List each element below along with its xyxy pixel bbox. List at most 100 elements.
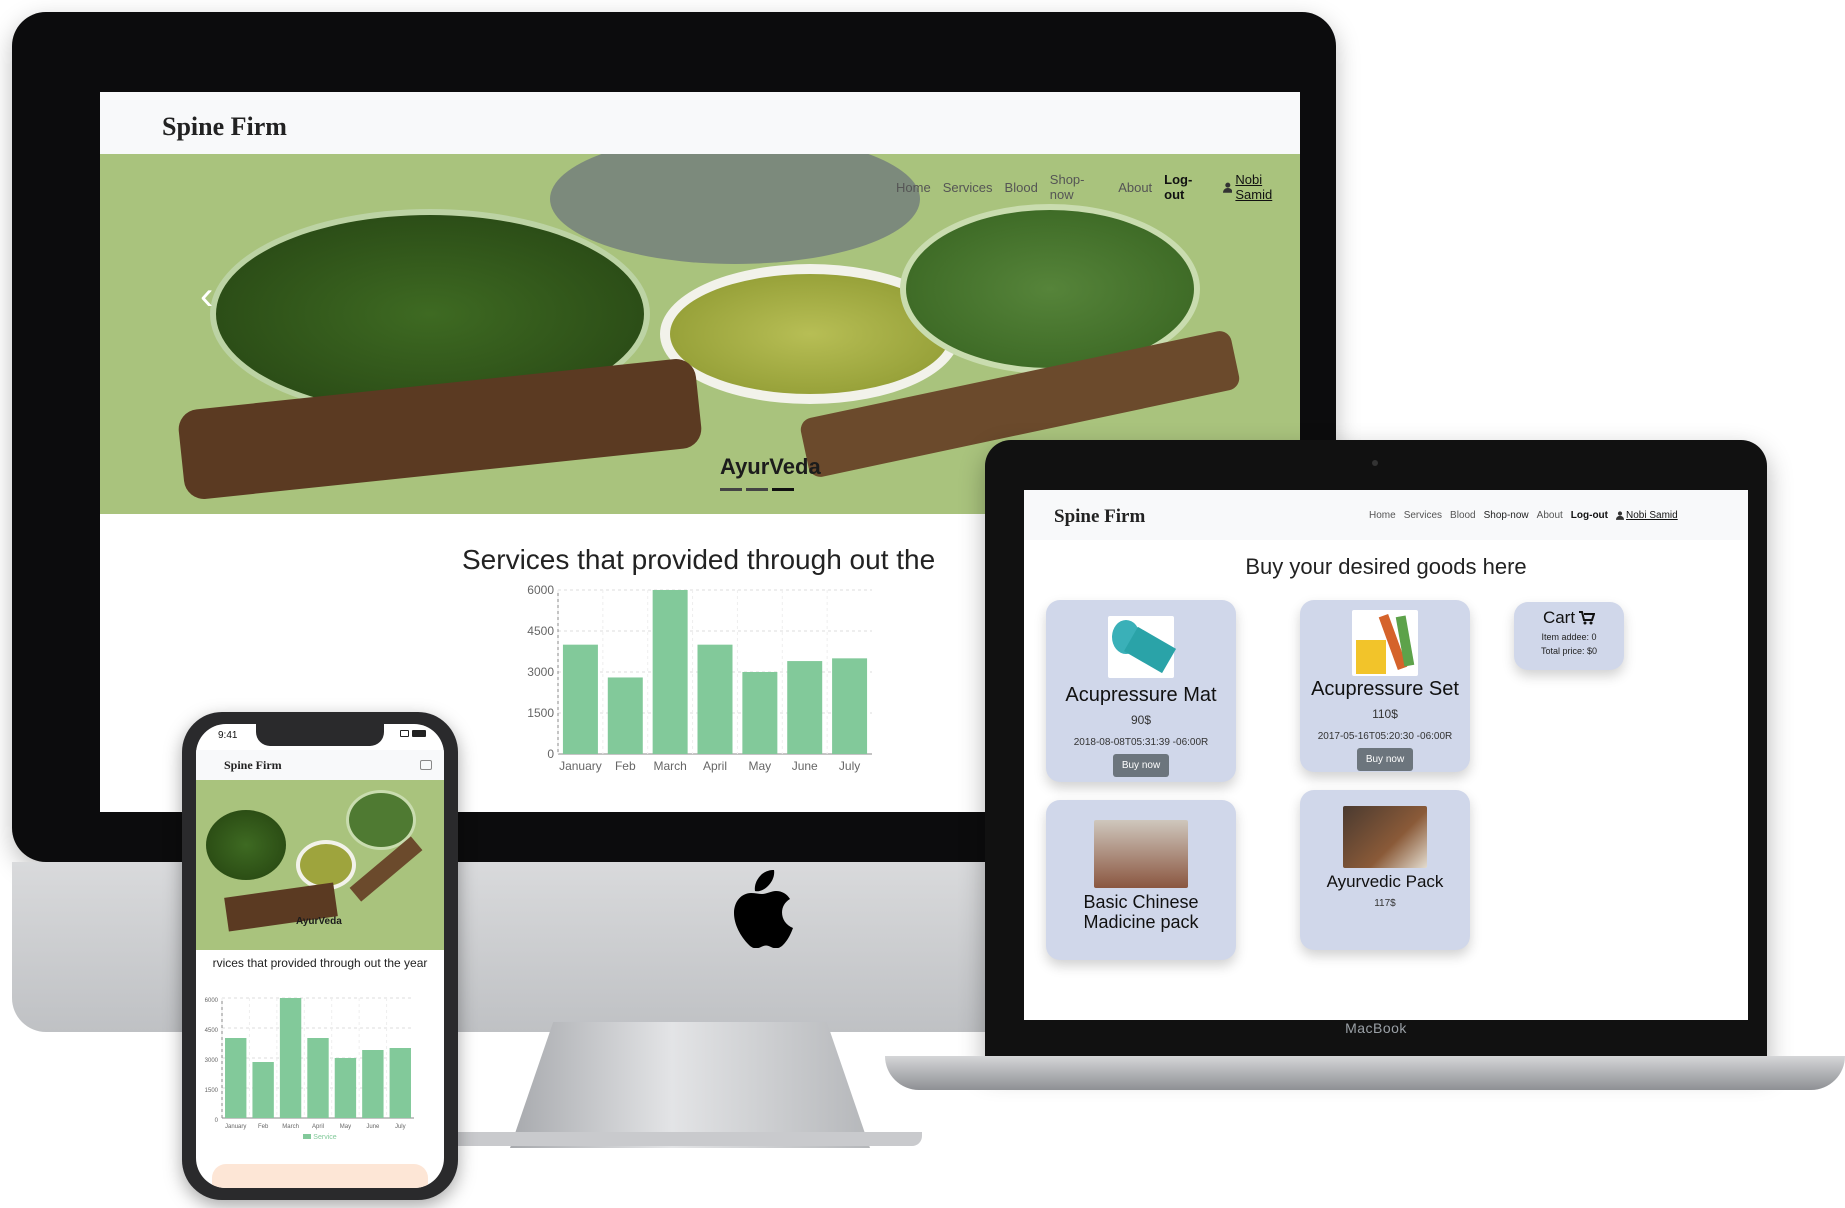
carousel-indicator[interactable] [746,488,768,491]
phone-screen: 9:41 Spine Firm AyurVeda rvices that pro… [196,724,444,1188]
set-box [1356,640,1386,674]
x-tick-label: April [703,759,727,773]
product-image [1094,820,1188,888]
product-card: Basic Chinese Madicine pack [1046,800,1236,960]
product-image [1352,610,1418,676]
menu-toggle-icon[interactable] [420,760,432,770]
carousel-prev-icon[interactable]: ‹ [200,274,213,319]
brand-logo[interactable]: Spine Firm [162,112,287,142]
product-name: Acupressure Set [1311,678,1459,700]
bar [225,1038,247,1118]
status-icons [400,730,426,737]
wifi-icon [400,730,409,737]
legend-label: Service [313,1134,337,1141]
shop-title: Buy your desired goods here [1245,554,1527,579]
product-price: 117$ [1374,898,1396,909]
bar [307,1038,329,1118]
status-time: 9:41 [218,730,238,741]
hero-carousel: AyurVeda [196,780,444,950]
product-date: 2018-08-08T05:31:39 -06:00R [1073,737,1209,748]
nav-blood[interactable]: Blood [1005,180,1038,195]
product-price: 90$ [1130,713,1152,727]
camera [1372,460,1378,466]
bar [652,590,688,754]
brand-logo[interactable]: Spine Firm [224,758,282,773]
y-tick-label: 0 [547,747,554,761]
logout-link[interactable]: Log-out [1571,510,1608,521]
nav-about[interactable]: About [1118,180,1152,195]
y-tick-label: 0 [215,1118,219,1124]
y-tick-label: 6000 [527,584,554,597]
cart-header[interactable]: Cart [1514,608,1624,628]
phone-device: 9:41 Spine Firm AyurVeda rvices that pro… [182,712,458,1202]
y-tick-label: 3000 [527,665,554,679]
nav-shop-now[interactable]: Shop-now [1050,172,1106,202]
nav-blood[interactable]: Blood [1450,510,1476,521]
user-name[interactable]: Nobi Samid [1235,172,1300,202]
imac-stand [510,1022,870,1148]
next-section-preview [212,1164,428,1188]
brand-logo[interactable]: Spine Firm [1054,506,1145,528]
x-tick-label: July [395,1124,406,1130]
product-name: Basic Chinese Madicine pack [1083,892,1199,932]
product-card: Acupressure Set 110$ 2017-05-16T05:20:30… [1300,600,1470,772]
user-menu[interactable]: Nobi Samid [1616,510,1678,521]
bar [252,1062,274,1118]
legend-swatch [303,1134,312,1139]
x-tick-label: March [282,1124,299,1130]
user-menu[interactable]: Nobi Samid [1222,172,1300,202]
bar [787,661,823,754]
y-tick-label: 4500 [205,1028,219,1034]
carousel-indicators [720,488,794,491]
cart-total: Total price: $0 [1540,646,1598,656]
bar [362,1050,384,1118]
bar-chart: 0 1500 3000 4500 6000 January Feb March April May… [527,584,872,773]
x-tick-label: May [749,759,772,773]
bar [697,644,733,754]
battery-icon [412,730,426,737]
y-tick-label: 6000 [205,998,219,1004]
navbar: Spine Firm [100,92,1300,154]
bar [742,672,778,754]
logout-link[interactable]: Log-out [1164,172,1211,202]
product-name: Acupressure Mat [1065,684,1217,706]
nav-services[interactable]: Services [943,180,993,195]
product-date: 2017-05-16T05:20:30 -06:00R [1317,731,1453,742]
bar [389,1048,411,1118]
nav-services[interactable]: Services [1404,510,1442,521]
x-tick-label: Feb [258,1124,269,1130]
nav-home[interactable]: Home [896,180,931,195]
nav-shop-now[interactable]: Shop-now [1484,510,1529,521]
nav-home[interactable]: Home [1369,510,1396,521]
carousel-indicator[interactable] [720,488,742,491]
carousel-indicator[interactable] [772,488,794,491]
macbook-device: Spine Firm Home Services Blood Shop-now … [885,440,1845,1100]
x-tick-label: June [366,1124,380,1130]
nav-links: Home Services Blood Shop-now About Log-o… [896,172,1300,202]
buy-now-button[interactable]: Buy now [1356,748,1414,771]
product-card: Acupressure Mat 90$ 2018-08-08T05:31:39 … [1046,600,1236,782]
macbook-base [885,1056,1845,1090]
cart-icon [1579,611,1596,625]
product-price: 110$ [1372,707,1398,721]
x-tick-label: April [312,1124,324,1130]
product-name: Ayurvedic Pack [1326,872,1444,891]
buy-now-button[interactable]: Buy now [1112,754,1170,777]
product-image [1343,806,1427,868]
cart-panel: Cart Item addee: 0 Total price: $0 [1514,602,1624,670]
hero-mortar [550,154,920,264]
bar [832,658,868,754]
cart-items: Item addee: 0 [1541,632,1597,642]
product-card: Ayurvedic Pack 117$ [1300,790,1470,950]
services-chart: 0 1500 3000 4500 6000 January Feb March April May… [520,584,880,774]
nav-about[interactable]: About [1537,510,1563,521]
x-tick-label: January [559,759,602,773]
bar [562,644,598,754]
x-tick-label: July [839,759,860,773]
bar [279,998,302,1118]
chart-legend: Service [196,1134,444,1141]
user-name[interactable]: Nobi Samid [1626,510,1678,521]
navbar: Spine Firm Home Services Blood Shop-now … [1024,490,1748,540]
bar [607,677,643,754]
hero-bowl [206,810,286,880]
